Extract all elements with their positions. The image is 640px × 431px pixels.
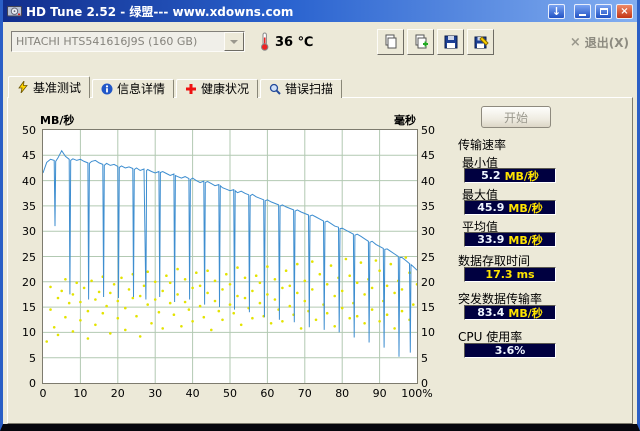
save-image-button[interactable] (437, 29, 464, 55)
benchmark-panel: MB/秒 毫秒 50 45 40 35 30 25 20 15 10 5 0 50 45 40 35 30 2… (7, 97, 633, 424)
y-axis-left-ticks: 50 45 40 35 30 25 20 15 10 5 0 (22, 124, 36, 390)
info-icon (101, 83, 113, 94)
min-value: 5.2 (481, 169, 501, 182)
avg-value-box: 33.9 MB/秒 (464, 232, 556, 247)
window-title: HD Tune 2.52 - 绿盟--- www.xdowns.com (26, 4, 294, 19)
health-cross-icon (186, 83, 197, 94)
access-time-value-box: 17.3 ms (464, 267, 556, 282)
avg-unit: MB/秒 (508, 233, 543, 247)
access-time-value: 17.3 (485, 268, 513, 281)
benchmark-icon (18, 81, 28, 93)
tab-info-label: 信息详情 (117, 82, 166, 96)
toolbar: HITACHI HTS541616J9S (160 GB) 36 ℃ × 退出(… (3, 22, 637, 76)
transfer-rate-group-label: 传输速率 (458, 138, 507, 152)
magnifier-icon (269, 83, 281, 95)
tab-error-scan[interactable]: 错误扫描 (260, 79, 343, 98)
burst-rate-unit: MB/秒 (508, 306, 543, 320)
download-button[interactable]: ↓ (548, 3, 565, 19)
access-time-unit: ms (516, 268, 535, 281)
tab-benchmark-label: 基准测试 (33, 80, 82, 95)
copy-image-icon (415, 34, 428, 49)
titlebar[interactable]: HD Tune 2.52 - 绿盟--- www.xdowns.com ↓ × (3, 0, 637, 22)
copy-image-button[interactable] (407, 29, 434, 55)
drive-select-dropdown-button[interactable] (224, 32, 244, 51)
maximize-button[interactable] (595, 3, 612, 19)
chevron-down-icon (230, 39, 238, 48)
start-button-label: 开始 (503, 110, 528, 125)
maximize-icon (599, 7, 608, 15)
floppy-edit-icon (474, 36, 489, 49)
tabstrip: 基准测试 信息详情 健康状况 错误扫描 (8, 76, 343, 98)
y-axis-left-label: MB/秒 (40, 114, 75, 127)
max-value-box: 45.9 MB/秒 (464, 200, 556, 215)
min-unit: MB/秒 (504, 169, 539, 183)
x-axis-ticks: 0 10 20 30 40 50 60 70 80 90 100% (39, 387, 433, 400)
exit-icon: × (569, 35, 581, 50)
close-icon: × (620, 5, 629, 17)
tab-benchmark[interactable]: 基准测试 (8, 76, 91, 98)
avg-value: 33.9 (477, 233, 505, 246)
minimize-icon (579, 13, 586, 16)
down-arrow-icon: ↓ (551, 4, 562, 18)
app-icon (7, 4, 22, 19)
exit-label: 退出(X) (584, 36, 629, 50)
benchmark-plot (42, 130, 419, 383)
copy-text-button[interactable] (377, 29, 404, 55)
save-text-button[interactable] (467, 29, 494, 55)
temperature-value: 36 ℃ (275, 35, 314, 50)
tab-info[interactable]: 信息详情 (92, 79, 175, 98)
burst-rate-value: 83.4 (477, 306, 505, 319)
toolbar-buttons (377, 29, 494, 55)
tab-health-label: 健康状况 (201, 82, 250, 96)
max-unit: MB/秒 (508, 201, 543, 215)
exit-button[interactable]: × 退出(X) (570, 34, 629, 51)
benchmark-chart (42, 129, 419, 384)
cpu-usage-value: 3.6% (494, 344, 526, 357)
tab-error-scan-label: 错误扫描 (285, 82, 334, 96)
drive-select-value: HITACHI HTS541616J9S (160 GB) (16, 35, 198, 48)
copy-icon (385, 34, 396, 49)
drive-select[interactable]: HITACHI HTS541616J9S (160 GB) (11, 31, 245, 52)
floppy-icon (444, 35, 457, 49)
cpu-usage-value-box: 3.6% (464, 343, 556, 358)
close-button[interactable]: × (616, 3, 633, 19)
tab-health[interactable]: 健康状况 (176, 79, 259, 98)
y-axis-right-ticks: 50 45 40 35 30 25 20 15 10 5 0 (421, 124, 435, 390)
thermometer-icon (259, 32, 271, 55)
burst-rate-value-box: 83.4 MB/秒 (464, 305, 556, 320)
max-value: 45.9 (477, 201, 505, 214)
min-value-box: 5.2 MB/秒 (464, 168, 556, 183)
start-button[interactable]: 开始 (481, 106, 551, 128)
y-axis-right-label: 毫秒 (394, 114, 416, 127)
minimize-button[interactable] (574, 3, 591, 19)
hd-tune-window: HD Tune 2.52 - 绿盟--- www.xdowns.com ↓ × … (0, 0, 640, 431)
